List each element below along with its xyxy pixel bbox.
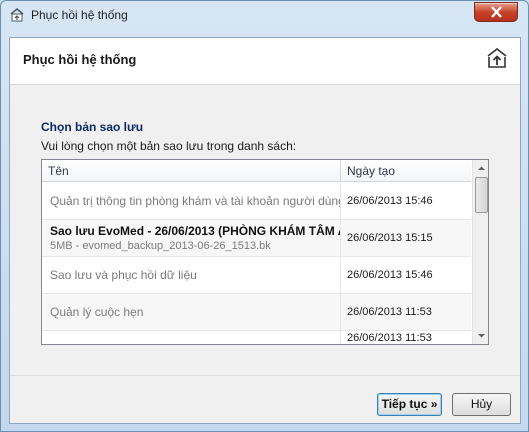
column-header-date[interactable]: Ngày tạo (341, 160, 471, 182)
list-item[interactable]: Quản lý cuộc hẹn 26/06/2013 11:53 (42, 294, 471, 331)
item-title: Sao lưu EvoMed - 26/06/2013 (PHÒNG KHÁM … (50, 224, 341, 238)
upload-icon (485, 46, 509, 70)
cancel-button[interactable]: Hủy (452, 393, 511, 416)
list-header: Tên Ngày tạo (42, 160, 471, 182)
close-button[interactable] (474, 2, 518, 22)
list-item[interactable]: Quản trị thông tin phòng khám và tài kho… (42, 183, 471, 220)
item-name: Sao lưu và phục hồi dữ liệu (50, 268, 197, 282)
chevron-down-icon (478, 334, 485, 338)
backup-section-label: Chọn bản sao lưu (41, 120, 144, 134)
page-title: Phục hồi hệ thống (23, 52, 137, 67)
column-header-name[interactable]: Tên (42, 160, 341, 182)
item-date: 26/06/2013 15:46 (347, 269, 433, 281)
list-item[interactable]: 26/06/2013 11:53 (42, 331, 471, 344)
instruction-text: Vui lòng chọn một bản sao lưu trong danh… (41, 139, 297, 153)
scroll-down-button[interactable] (473, 327, 488, 344)
close-icon (491, 6, 502, 18)
list-item[interactable]: Sao lưu và phục hồi dữ liệu 26/06/2013 1… (42, 257, 471, 294)
item-date: 26/06/2013 11:53 (347, 306, 432, 318)
title-bar[interactable]: Phục hồi hệ thống (1, 1, 528, 29)
next-button[interactable]: Tiếp tục » (377, 393, 442, 416)
backup-list[interactable]: Tên Ngày tạo Quản trị thông tin phòng kh… (41, 159, 489, 345)
dialog-footer: Tiếp tục » Hủy (10, 375, 520, 423)
item-name: Quản lý cuộc hẹn (50, 305, 144, 319)
item-subtitle: 5MB - evomed_backup_2013-06-26_1513.bk (50, 240, 271, 252)
item-date: 26/06/2013 15:46 (347, 195, 433, 207)
restore-icon (9, 7, 25, 23)
item-date: 26/06/2013 15:15 (347, 232, 433, 244)
list-item[interactable]: Sao lưu EvoMed - 26/06/2013 (PHÒNG KHÁM … (42, 220, 471, 257)
dialog-client-area: Phục hồi hệ thống Chọn bản sao lưu Vui l… (9, 37, 521, 424)
dialog-header: Phục hồi hệ thống (10, 38, 520, 85)
scroll-up-button[interactable] (473, 160, 488, 177)
scroll-thumb[interactable] (475, 177, 488, 213)
window-title: Phục hồi hệ thống (31, 8, 128, 22)
chevron-up-icon (478, 166, 485, 170)
restore-dialog-window: Phục hồi hệ thống Phục hồi hệ thống Chọn… (0, 0, 529, 432)
item-name: Quản trị thông tin phòng khám và tài kho… (50, 194, 341, 208)
vertical-scrollbar[interactable] (472, 160, 488, 344)
item-date: 26/06/2013 11:53 (347, 332, 432, 344)
